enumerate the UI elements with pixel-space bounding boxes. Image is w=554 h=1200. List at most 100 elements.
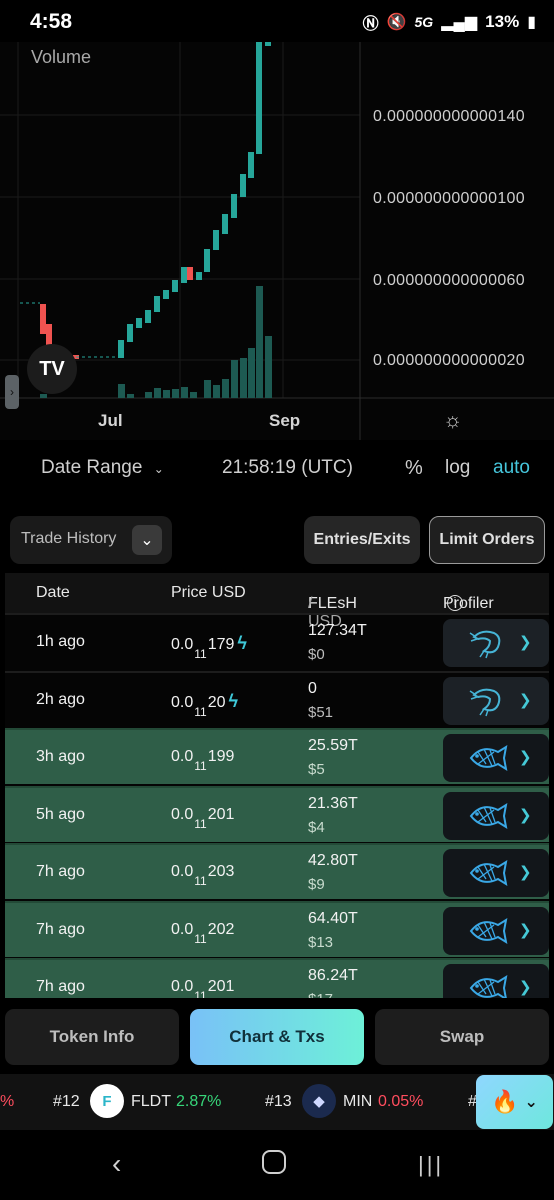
home-icon[interactable] — [262, 1150, 286, 1174]
trade-date: 5h ago — [36, 805, 85, 823]
volume-bar — [127, 394, 134, 398]
candle — [127, 324, 133, 342]
price-lead: 0.0 — [171, 805, 194, 823]
fish-icon — [469, 917, 508, 944]
shrimp-icon — [469, 688, 501, 716]
drawer-handle-chevron-right-icon[interactable]: › — [5, 375, 19, 409]
chevron-down-icon[interactable]: ⌄ — [132, 525, 162, 555]
trade-date: 3h ago — [36, 748, 85, 765]
volume-bar — [231, 360, 238, 398]
auto-toggle[interactable]: auto — [493, 457, 530, 479]
price-lead: 0.0 — [171, 920, 194, 938]
entries-exits-button[interactable]: Entries/Exits — [304, 516, 420, 564]
trade-price: 0.011201 — [171, 978, 234, 998]
price-tail: 201 — [207, 978, 235, 995]
profiler-button[interactable]: ❯ — [443, 734, 549, 782]
lightning-icon: ϟ — [228, 690, 239, 711]
profiler-button[interactable]: ❯ — [443, 849, 549, 897]
min-cat-coin-icon[interactable]: ◆ — [302, 1084, 336, 1118]
chart-canvas[interactable] — [0, 42, 554, 440]
table-row[interactable]: 3h ago 0.011199 25.59T $5 ❯ — [5, 728, 549, 784]
trades-table[interactable]: Date Price USD FLEsH / USD Profiler i 1h… — [5, 573, 549, 998]
trending-ticker[interactable]: % #12 F FLDT 2.87% #13 ◆ MIN 0.05% # — [0, 1074, 554, 1130]
trending-toggle-button[interactable]: 🔥 ⌄ — [476, 1075, 553, 1129]
gear-icon[interactable]: ☼ — [443, 409, 462, 433]
ticker-symbol[interactable]: MIN — [343, 1093, 372, 1111]
price-tail: 201 — [207, 805, 235, 823]
table-row[interactable]: 2h ago 0.01120 ϟ 0 $51 ❯ — [5, 670, 549, 727]
table-row[interactable]: 7h ago 0.011201 86.24T $17 ❯ — [5, 958, 549, 998]
ticker-symbol[interactable]: FLDT — [131, 1093, 171, 1111]
fish-icon — [469, 744, 508, 772]
ticker-rank: #13 — [265, 1093, 292, 1110]
y-axis-label: 0.000000000000100 — [373, 190, 525, 207]
table-row[interactable]: 7h ago 0.011203 42.80T $9 ❯ — [5, 843, 549, 899]
trade-amount: 86.24T — [308, 967, 358, 984]
col-price: Price USD — [171, 584, 246, 601]
tradingview-logo-text: TV — [39, 357, 65, 380]
fldt-coin-icon[interactable]: F — [90, 1084, 124, 1118]
volume-bar — [204, 380, 211, 398]
trade-history-dropdown[interactable]: Trade History ⌄ — [10, 516, 172, 564]
network-type: 5G — [414, 14, 434, 30]
recents-icon[interactable]: ||| — [418, 1152, 444, 1178]
profiler-button[interactable]: ❯ — [443, 964, 549, 998]
volume-bar — [172, 389, 179, 398]
price-zero-count: 11 — [194, 704, 207, 719]
volume-bar — [118, 384, 125, 398]
limit-orders-button[interactable]: Limit Orders — [429, 516, 545, 564]
battery-icon: ▮ — [527, 14, 536, 31]
y-axis-label: 0.000000000000060 — [373, 272, 525, 289]
volume-bar — [190, 392, 197, 398]
back-icon[interactable]: ‹ — [112, 1148, 121, 1180]
profiler-button[interactable]: ❯ — [443, 906, 549, 955]
table-row[interactable]: 5h ago 0.011201 21.36T $4 ❯ — [5, 785, 549, 842]
volume-bar — [248, 348, 255, 398]
trade-price: 0.01120 ϟ — [171, 690, 239, 719]
date-range-dropdown[interactable]: Date Range ⌄ — [41, 457, 164, 479]
trade-date: 1h ago — [36, 633, 85, 650]
log-toggle[interactable]: log — [445, 457, 470, 479]
status-time: 4:58 — [30, 10, 73, 33]
table-row[interactable]: 7h ago 0.011202 64.40T $13 ❯ — [5, 900, 549, 957]
volume-bar — [256, 286, 263, 398]
tab-swap[interactable]: Swap — [375, 1009, 549, 1065]
candle — [172, 280, 178, 292]
trade-usd: $9 — [308, 876, 325, 893]
price-lead: 0.0 — [171, 693, 194, 711]
volume-bar — [240, 358, 247, 398]
chart-controls: Date Range ⌄ 21:58:19 (UTC) % log auto — [0, 440, 554, 496]
trade-usd: $17 — [308, 991, 333, 998]
profiler-button[interactable]: ❯ — [443, 676, 549, 725]
candle — [118, 340, 124, 358]
chevron-right-icon: ❯ — [519, 921, 532, 939]
candle — [163, 290, 169, 299]
candlesticks — [40, 42, 271, 359]
trade-price: 0.011201 — [171, 805, 235, 831]
percent-toggle[interactable]: % — [405, 457, 423, 480]
fish-icon — [469, 974, 508, 998]
trade-usd: $5 — [308, 761, 325, 778]
price-lead: 0.0 — [171, 863, 194, 880]
info-icon[interactable]: i — [447, 595, 463, 611]
mute-icon: 🔇 — [386, 14, 407, 31]
price-lead: 0.0 — [171, 748, 194, 765]
table-row[interactable]: 1h ago 0.011179 ϟ 127.34T $0 ❯ — [5, 613, 549, 669]
profiler-button[interactable]: ❯ — [443, 619, 549, 667]
tradingview-logo[interactable]: TV — [27, 344, 77, 394]
price-chart[interactable]: Volume 0.000000000000140 0.0000000000001… — [0, 42, 554, 440]
price-zero-count: 11 — [194, 874, 207, 889]
trade-usd: $4 — [308, 818, 325, 836]
volume-bar — [265, 336, 272, 398]
trade-date: 7h ago — [36, 978, 85, 995]
trade-amount: 0 — [308, 679, 317, 697]
trade-date: 2h ago — [36, 690, 85, 708]
trade-date: 7h ago — [36, 863, 85, 880]
profiler-button[interactable]: ❯ — [443, 791, 549, 840]
chevron-right-icon: ❯ — [519, 634, 532, 651]
tab-chart-txs[interactable]: Chart & Txs — [190, 1009, 364, 1065]
tab-token-info[interactable]: Token Info — [5, 1009, 179, 1065]
chevron-right-icon: ❯ — [519, 979, 532, 996]
trade-price: 0.011179 ϟ — [171, 633, 247, 661]
price-zero-count: 11 — [194, 931, 207, 946]
